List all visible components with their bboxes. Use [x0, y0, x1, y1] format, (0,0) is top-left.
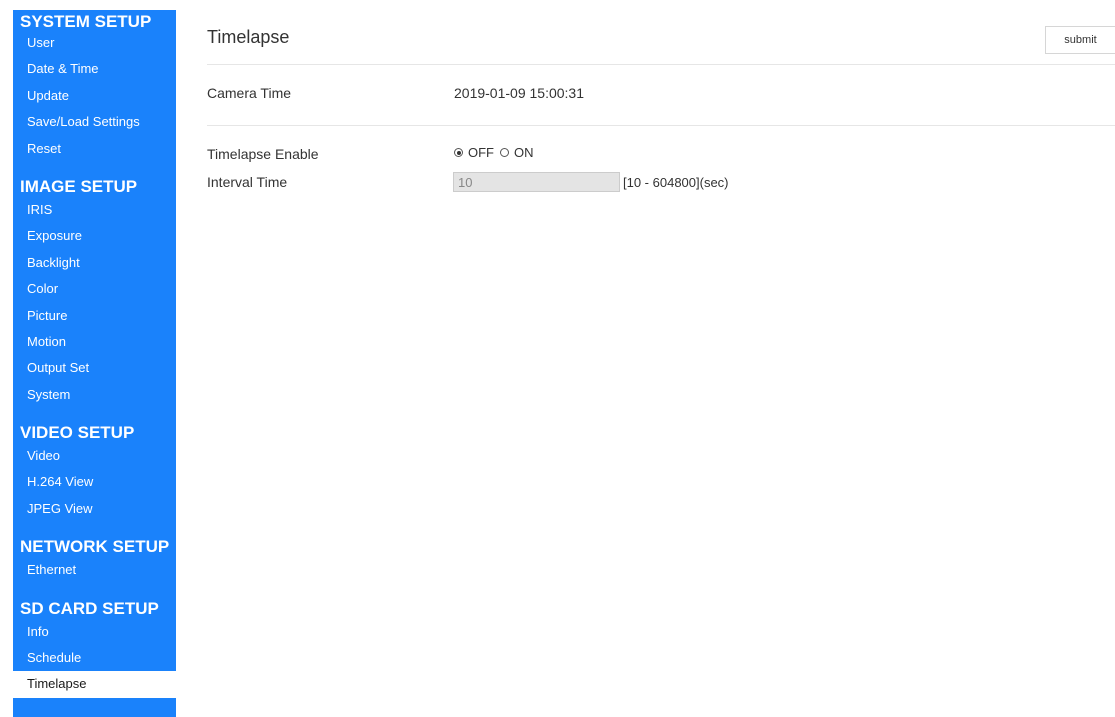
timelapse-enable-radio-group: OFF ON	[454, 145, 534, 160]
timelapse-enable-label: Timelapse Enable	[207, 146, 319, 162]
sidebar-section-system-setup: SYSTEM SETUP	[20, 12, 152, 31]
sidebar-item-timelapse[interactable]: Timelapse	[13, 671, 176, 698]
timelapse-on-radio[interactable]: ON	[500, 145, 534, 160]
sidebar-item-output-set[interactable]: Output Set	[13, 355, 176, 381]
divider	[207, 125, 1115, 126]
timelapse-on-label: ON	[514, 145, 534, 160]
interval-time-input[interactable]	[453, 172, 620, 192]
sidebar-item-iris[interactable]: IRIS	[13, 197, 176, 223]
sidebar-section-sd-card-setup: SD CARD SETUP	[20, 598, 159, 618]
sidebar-item-video[interactable]: Video	[13, 443, 176, 469]
sidebar: SYSTEM SETUP User Date & Time Update Sav…	[13, 10, 176, 717]
radio-checked-icon[interactable]	[454, 148, 463, 157]
sidebar-section-image-setup: IMAGE SETUP	[20, 176, 138, 196]
submit-button[interactable]: submit	[1045, 26, 1115, 54]
sidebar-item-h264-view[interactable]: H.264 View	[13, 469, 176, 495]
sidebar-item-date-time[interactable]: Date & Time	[13, 56, 176, 82]
sidebar-item-color[interactable]: Color	[13, 276, 176, 302]
sidebar-item-ethernet[interactable]: Ethernet	[13, 557, 176, 583]
divider	[207, 64, 1115, 65]
sidebar-item-reset[interactable]: Reset	[13, 136, 176, 162]
sidebar-item-info[interactable]: Info	[13, 619, 176, 645]
timelapse-off-label: OFF	[468, 145, 494, 160]
main-content: Timelapse submit Camera Time 2019-01-09 …	[207, 0, 1115, 717]
sidebar-section-network-setup: NETWORK SETUP	[20, 537, 170, 557]
sidebar-item-user[interactable]: User	[13, 30, 176, 56]
sidebar-item-backlight[interactable]: Backlight	[13, 250, 176, 276]
interval-time-label: Interval Time	[207, 174, 288, 190]
sidebar-item-picture[interactable]: Picture	[13, 303, 176, 329]
camera-time-label: Camera Time	[207, 85, 292, 101]
sidebar-item-system[interactable]: System	[13, 382, 176, 408]
sidebar-item-jpeg-view[interactable]: JPEG View	[13, 496, 176, 522]
sidebar-item-save-load-settings[interactable]: Save/Load Settings	[13, 109, 176, 135]
timelapse-off-radio[interactable]: OFF	[454, 145, 494, 160]
interval-time-range: [10 - 604800](sec)	[623, 175, 729, 190]
sidebar-section-video-setup: VIDEO SETUP	[20, 423, 135, 443]
page-title: Timelapse	[207, 27, 290, 47]
sidebar-item-motion[interactable]: Motion	[13, 329, 176, 355]
sidebar-item-schedule[interactable]: Schedule	[13, 645, 176, 671]
radio-unchecked-icon[interactable]	[500, 148, 509, 157]
camera-time-value: 2019-01-09 15:00:31	[454, 85, 584, 101]
sidebar-item-update[interactable]: Update	[13, 83, 176, 109]
sidebar-item-exposure[interactable]: Exposure	[13, 223, 176, 249]
